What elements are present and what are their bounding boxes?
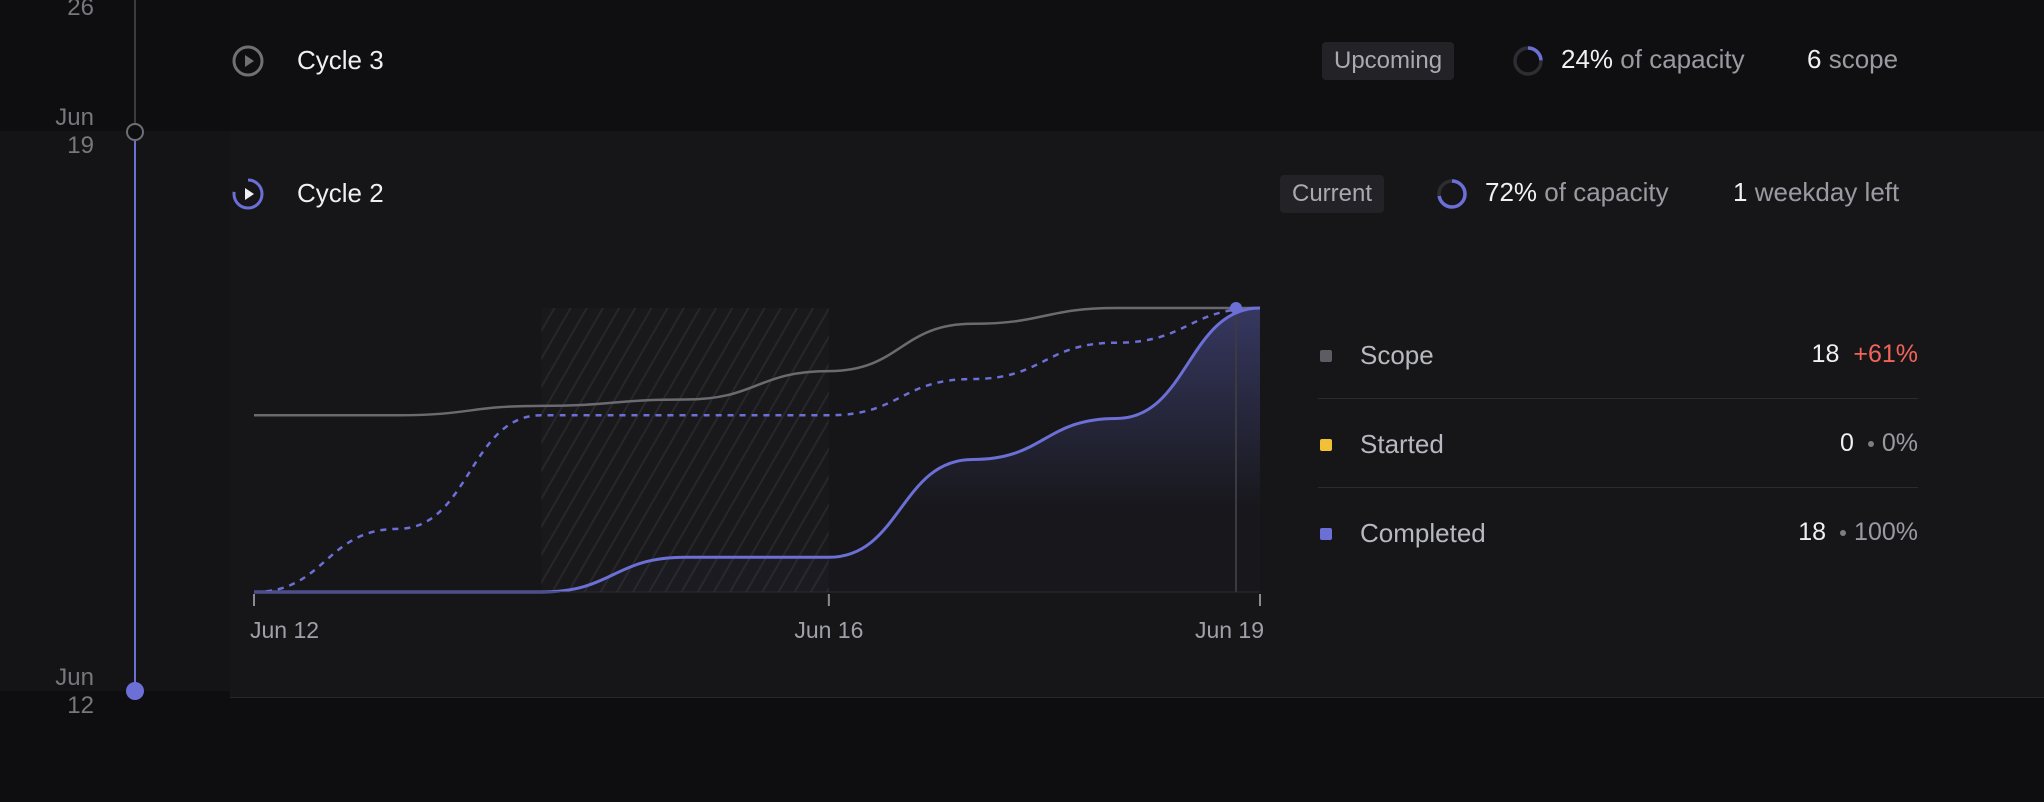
x-tick-label: Jun 12 xyxy=(250,617,319,643)
legend-count: 18 xyxy=(1811,340,1840,368)
legend-swatch xyxy=(1320,350,1332,362)
capacity-ring-icon xyxy=(1437,179,1467,209)
cycle-name[interactable]: Cycle 2 xyxy=(297,178,384,209)
x-tick-label: Jun 19 xyxy=(1195,617,1264,643)
current-cycle-gutter xyxy=(0,131,230,691)
legend-delta: +61% xyxy=(1853,340,1918,368)
timeline-node-current xyxy=(126,682,144,700)
capacity-stat: 72% of capacity xyxy=(1485,177,1669,208)
weekend-shaded-region xyxy=(541,308,829,592)
legend-delta: 100% xyxy=(1854,518,1918,546)
legend-count: 18 xyxy=(1798,518,1827,546)
dot-separator xyxy=(1867,441,1874,448)
legend-count: 0 xyxy=(1839,429,1854,457)
timeline-date-month: Jun xyxy=(55,664,94,691)
legend-row-scope[interactable]: Scope 18 +61% xyxy=(1318,310,1918,399)
cycle-row-upcoming[interactable] xyxy=(230,0,2044,132)
weekdays-left-count: 1 xyxy=(1733,177,1748,207)
capacity-ring-icon xyxy=(1513,46,1543,76)
cycle-name[interactable]: Cycle 3 xyxy=(297,45,384,76)
timeline-node-upcoming xyxy=(126,123,144,141)
dot-separator xyxy=(1840,530,1847,537)
capacity-stat: 24% of capacity xyxy=(1561,44,1745,75)
status-badge: Current xyxy=(1280,175,1385,213)
legend-swatch xyxy=(1320,528,1332,540)
legend-value: 18 100% xyxy=(1798,518,1918,547)
legend-label: Started xyxy=(1360,429,1444,459)
timeline-date-partial: 26 xyxy=(67,0,94,21)
weekdays-left-label: weekday left xyxy=(1754,177,1900,207)
legend-swatch xyxy=(1320,439,1332,451)
capacity-label: of capacity xyxy=(1620,44,1745,74)
weekdays-left-stat: 1 weekday left xyxy=(1733,177,1899,208)
capacity-percent: 72% xyxy=(1485,177,1538,207)
timeline-date-month: Jun xyxy=(55,104,94,131)
timeline-line-current xyxy=(134,131,136,691)
capacity-label: of capacity xyxy=(1544,177,1669,207)
legend-row-started[interactable]: Started 0 0% xyxy=(1318,399,1918,488)
legend-value: 18 +61% xyxy=(1812,340,1918,369)
timeline-date-day: 12 xyxy=(67,692,94,719)
capacity-percent: 24% xyxy=(1561,44,1614,74)
chart-legend: Scope 18 +61% Started 0 0% Completed 18 100… xyxy=(1318,310,1918,576)
scope-stat: 6 scope xyxy=(1807,44,1898,75)
legend-delta: 0% xyxy=(1881,429,1918,457)
timeline-line-upcoming xyxy=(134,0,136,131)
x-tick-label: Jun 16 xyxy=(794,617,863,643)
play-circle-active-icon xyxy=(232,178,264,210)
legend-row-completed[interactable]: Completed 18 100% xyxy=(1318,488,1918,576)
timeline-date-jun12: Jun 12 xyxy=(55,664,94,720)
burnup-chart: Jun 12 Jun 16 Jun 19 xyxy=(250,302,1264,643)
legend-value: 0 0% xyxy=(1840,429,1918,458)
timeline-date-jun19: Jun 19 xyxy=(55,104,94,160)
scope-label: scope xyxy=(1828,44,1899,74)
legend-label: Scope xyxy=(1360,340,1434,370)
completed-endpoint xyxy=(1230,302,1242,314)
cycles-page: 26 Jun 19 Jun 12 Cycle 3 Upcoming 24% of… xyxy=(0,0,2044,802)
legend-label: Completed xyxy=(1360,518,1486,548)
timeline-date-day: 19 xyxy=(67,132,94,159)
play-circle-icon xyxy=(232,45,264,77)
status-badge: Upcoming xyxy=(1322,42,1455,80)
scope-count: 6 xyxy=(1807,44,1822,74)
